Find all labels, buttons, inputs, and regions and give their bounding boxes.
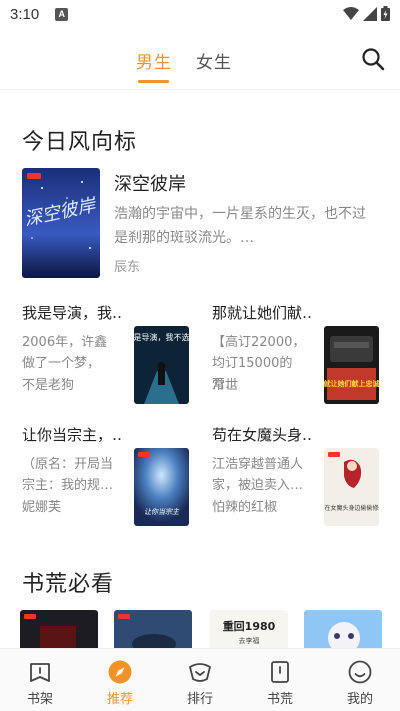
book-cover[interactable] [304, 610, 382, 650]
book-card[interactable]: 我是导演，我… 2006年，许鑫 做了一个梦， 不是老狗 我是导演，我不选烂 [22, 302, 192, 408]
featured-description: 浩瀚的宇宙中，一片星系的生灭，也不过是刹那的斑驳流光。… [114, 206, 366, 246]
book-title[interactable]: 我是导演，我… [22, 302, 122, 323]
book-author: 怕辣的红椒 [212, 500, 278, 515]
nav-recommend[interactable]: 推荐 [80, 649, 160, 711]
nav-profile[interactable]: 我的 [320, 649, 400, 711]
nav-bookshelf[interactable]: 书架 [0, 649, 80, 711]
tab-female[interactable]: 女生 [196, 48, 232, 73]
profile-icon [348, 660, 372, 684]
signal-icon [363, 6, 377, 21]
book-card[interactable]: 苟在女魔头身… 江浩穿越普通人 家，被迫卖入… 怕辣的红椒 苟在女魔头身边偷偷修… [212, 424, 382, 530]
status-bar: 3:10 A [0, 0, 400, 28]
cover-title: 那就让她们献上忠诚吧 [324, 379, 379, 388]
book-description: 江浩穿越普通人 家，被迫卖入… [212, 457, 304, 493]
active-tab-indicator [138, 80, 169, 83]
cover-title: 我是导演，我不选烂 [134, 332, 189, 342]
cover-title: 让你当宗主 [144, 508, 180, 516]
book-title[interactable]: 让你当宗主，… [22, 424, 122, 445]
nav-book-famine[interactable]: 书荒 [240, 649, 320, 711]
book-cover[interactable]: 我是导演，我不选烂 [134, 326, 189, 404]
wifi-icon [343, 6, 359, 20]
section-title-today: 今日风向标 [22, 130, 138, 155]
featured-author: 辰东 [114, 260, 141, 275]
search-icon[interactable] [360, 46, 386, 72]
book-cover[interactable]: 重回1980 去李福 [210, 610, 288, 650]
nav-ranking[interactable]: 排行 [160, 649, 240, 711]
book-card[interactable]: 那就让她们献… 【高订22000， 均订15000的万… 常世 那就让她们献上忠… [212, 302, 382, 408]
book-description: （原名：开局当 宗主：我的规… [22, 457, 114, 493]
nav-label: 排行 [186, 692, 213, 707]
bottom-navigation: 书架 推荐 排行 书荒 我的 [0, 648, 400, 711]
book-card[interactable]: 让你当宗主，… （原名：开局当 宗主：我的规… 妮娜芙 让你当宗主 [22, 424, 192, 530]
compass-icon [108, 660, 132, 684]
book-author: 不是老狗 [22, 378, 75, 393]
battery-icon [381, 6, 390, 21]
book-famine-icon [271, 661, 289, 683]
book-cover[interactable]: 那就让她们献上忠诚吧 [324, 326, 379, 404]
section-title-must-read: 书荒必看 [22, 572, 115, 597]
book-description: 2006年，许鑫 做了一个梦， [22, 335, 108, 371]
book-author: 妮娜芙 [22, 500, 62, 515]
status-icons [343, 6, 390, 21]
book-author: 常世 [212, 378, 239, 393]
featured-book[interactable]: 深空彼岸 深空彼岸 浩瀚的宇宙中，一片星系的生灭，也不过是刹那的斑驳流光。… 辰… [22, 168, 378, 278]
nav-label: 推荐 [106, 692, 133, 707]
featured-title[interactable]: 深空彼岸 [114, 170, 186, 196]
cover-title: 重回1980 [223, 619, 276, 633]
nav-label: 书荒 [266, 692, 293, 707]
tab-male[interactable]: 男生 [136, 48, 172, 73]
svg-text:去李福: 去李福 [239, 636, 260, 645]
book-cover[interactable] [114, 610, 192, 650]
cover-title: 苟在女魔头身边偷偷修炼 [324, 504, 379, 512]
book-title[interactable]: 苟在女魔头身… [212, 424, 312, 445]
book-cover[interactable]: 苟在女魔头身边偷偷修炼 [324, 448, 379, 526]
book-cover[interactable] [20, 610, 98, 650]
book-cover[interactable]: 深空彼岸 [22, 168, 100, 278]
nav-label: 书架 [26, 692, 53, 707]
status-time: 3:10 [10, 5, 40, 23]
book-title[interactable]: 那就让她们献… [212, 302, 312, 323]
ranking-icon [189, 663, 211, 682]
top-tab-bar: 男生 女生 [0, 28, 400, 90]
bookshelf-icon [30, 663, 50, 682]
book-cover[interactable]: 让你当宗主 [134, 448, 189, 526]
notification-icon: A [55, 7, 69, 21]
nav-label: 我的 [346, 692, 373, 707]
